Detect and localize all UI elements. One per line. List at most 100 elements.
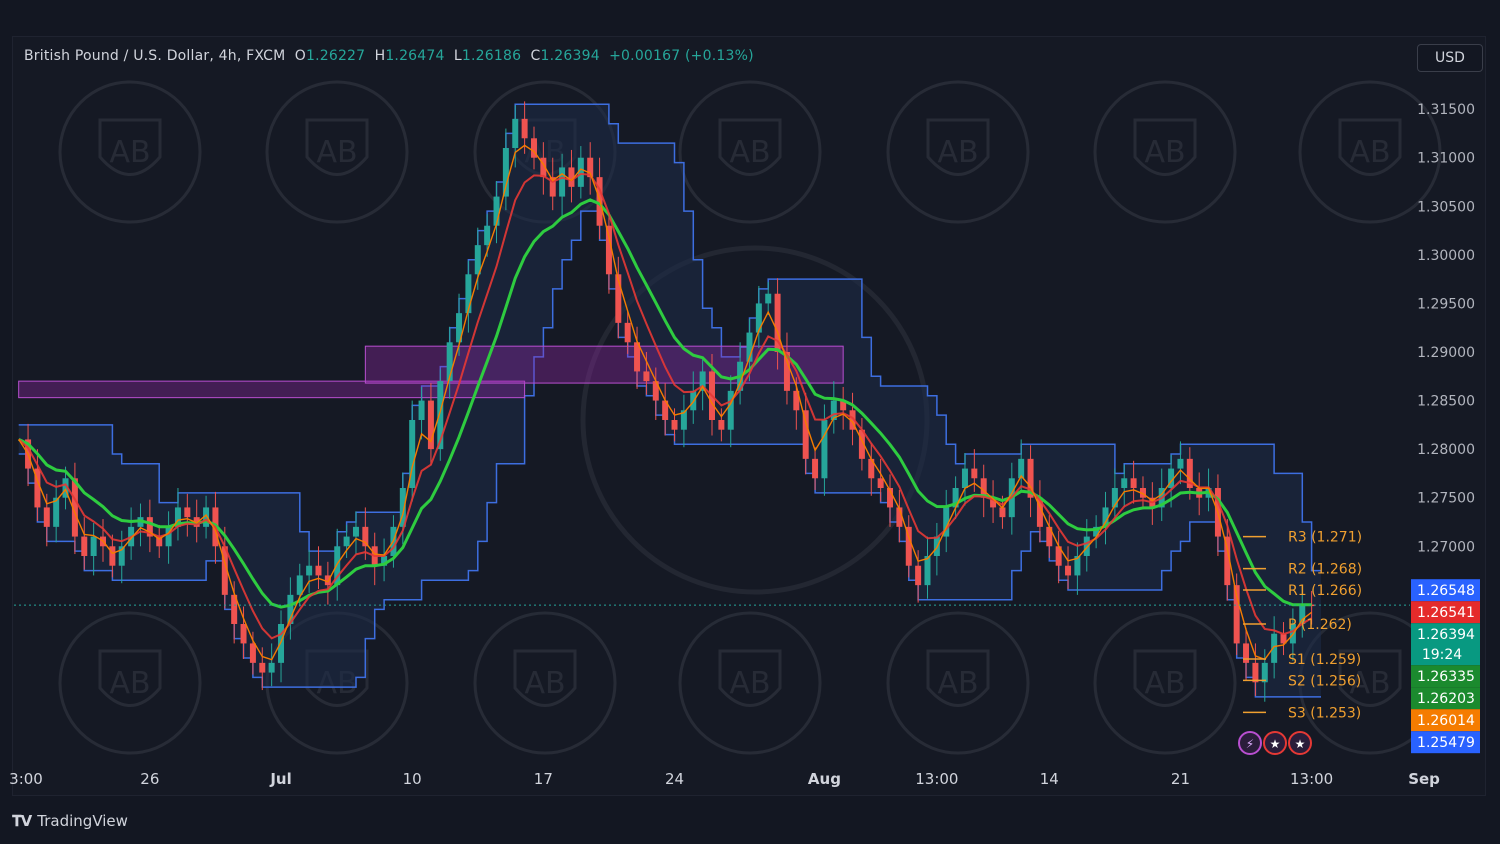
candle-body: [1130, 478, 1137, 488]
time-tick: Sep: [1408, 770, 1440, 788]
price-tag-2: 1.26394: [1417, 627, 1475, 643]
time-tick: 3:00: [9, 770, 43, 788]
price-tick: 1.28000: [1417, 442, 1475, 458]
lightning-icon-glyph: ⚡: [1246, 737, 1254, 751]
candle-body: [727, 390, 734, 430]
candle-body: [240, 624, 247, 644]
watermark-logo: AB: [937, 666, 978, 701]
symbol-title[interactable]: British Pound / U.S. Dollar, 4h, FXCM: [24, 48, 285, 64]
channel-fill: [18, 104, 1322, 697]
time-tick: Aug: [808, 770, 841, 788]
time-tick: 21: [1171, 770, 1190, 788]
watermark-logo: AB: [109, 135, 150, 170]
open-value: 1.26227: [305, 48, 366, 64]
candle-body: [559, 167, 566, 197]
open-label: O: [294, 48, 306, 64]
change-value: +0.00167 (+0.13%): [609, 48, 754, 64]
time-tick: 10: [403, 770, 422, 788]
price-chart[interactable]: ABABABABABABABABABABABABABABR3 (1.271)R2…: [0, 0, 1500, 844]
candle-body: [765, 293, 772, 304]
candle-body: [306, 565, 313, 576]
candle-body: [755, 303, 762, 333]
candle-body: [718, 420, 725, 430]
high-label: H: [374, 48, 386, 64]
candle-body: [624, 322, 631, 343]
candle-body: [671, 420, 678, 430]
time-tick: 26: [140, 770, 159, 788]
price-tag-4: 1.26203: [1417, 691, 1475, 707]
candle-body: [418, 400, 425, 420]
candle-body: [915, 565, 922, 586]
time-tick: 13:00: [915, 770, 958, 788]
candle-body: [605, 225, 612, 275]
candle-body: [1261, 662, 1268, 683]
candle-body: [1121, 478, 1128, 488]
ohlc-legend: British Pound / U.S. Dollar, 4h, FXCM O1…: [24, 48, 754, 64]
candle-body: [512, 118, 519, 148]
candle-body: [1083, 536, 1090, 556]
price-tick: 1.31000: [1417, 151, 1475, 167]
tradingview-logo-icon: 𝐓V: [12, 812, 32, 830]
watermark-logo: AB: [1144, 135, 1185, 170]
watermark-logo: AB: [729, 666, 770, 701]
price-tick: 1.28500: [1417, 394, 1475, 410]
candle-body: [961, 468, 968, 488]
candle-body: [352, 526, 359, 537]
candle-body: [521, 118, 528, 139]
currency-button[interactable]: USD: [1417, 44, 1483, 72]
candle-body: [877, 478, 884, 488]
pivot-label-2: R1 (1.266): [1288, 583, 1362, 599]
candle-body: [184, 507, 191, 518]
candle-body: [249, 643, 256, 663]
watermark-logo: AB: [524, 666, 565, 701]
us-flag-icon-glyph: ★: [1295, 737, 1306, 751]
footer-brand[interactable]: 𝐓V TradingView: [12, 808, 128, 834]
price-tag-1: 1.26541: [1417, 605, 1475, 621]
candle-body: [1243, 643, 1250, 663]
candle-body: [1065, 565, 1072, 576]
candle-body: [259, 662, 266, 673]
candle-body: [315, 565, 322, 576]
candle-body: [643, 371, 650, 382]
price-tick: 1.30000: [1417, 248, 1475, 264]
price-tag-6: 1.25479: [1417, 735, 1475, 751]
candle-body: [90, 536, 97, 556]
price-tag-5: 1.26014: [1417, 713, 1475, 729]
candle-body: [971, 468, 978, 479]
price-tag-3: 1.26335: [1417, 669, 1475, 685]
price-tag-0: 1.26548: [1417, 583, 1475, 599]
candle-body: [1252, 662, 1259, 683]
candle-body: [268, 662, 275, 673]
time-tick: Jul: [269, 770, 291, 788]
watermark-logo: AB: [729, 135, 770, 170]
watermark-logo: AB: [316, 135, 357, 170]
time-tick: 17: [534, 770, 553, 788]
us-flag-icon-glyph: ★: [1270, 737, 1281, 751]
pivot-label-0: R3 (1.271): [1288, 530, 1362, 546]
price-tick: 1.31500: [1417, 102, 1475, 118]
price-tag-countdown: 19:24: [1422, 647, 1462, 663]
watermark-logo: AB: [109, 666, 150, 701]
low-value: 1.26186: [461, 48, 522, 64]
price-tick: 1.27500: [1417, 491, 1475, 507]
supply-zone-2: [364, 345, 844, 384]
price-tick: 1.30500: [1417, 199, 1475, 215]
candle-body: [43, 507, 50, 527]
candle-body: [484, 225, 491, 246]
candle-body: [924, 556, 931, 586]
time-tick: 14: [1040, 770, 1059, 788]
pivot-label-6: S3 (1.253): [1288, 705, 1361, 721]
close-value: 1.26394: [540, 48, 600, 64]
low-label: L: [453, 48, 462, 64]
candle-body: [81, 536, 88, 556]
close-label: C: [530, 48, 541, 64]
candle-body: [343, 536, 350, 547]
candle-body: [109, 546, 116, 566]
watermark-logo: AB: [937, 135, 978, 170]
candle-body: [296, 575, 303, 595]
high-value: 1.26474: [385, 48, 445, 64]
watermark-logo: AB: [1144, 666, 1185, 701]
time-tick: 24: [665, 770, 684, 788]
candle-body: [802, 410, 809, 459]
brand-name: TradingView: [37, 812, 128, 830]
